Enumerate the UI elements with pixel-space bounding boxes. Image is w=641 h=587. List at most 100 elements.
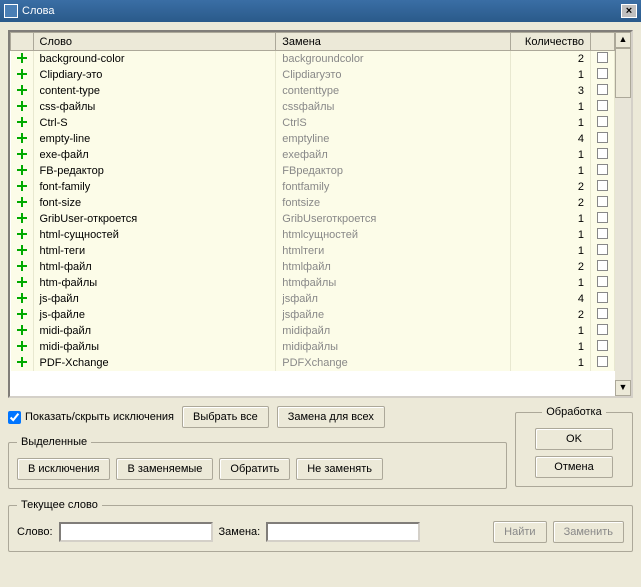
- col-count[interactable]: Количество: [511, 33, 591, 51]
- word-cell: css-файлы: [33, 99, 276, 115]
- table-row[interactable]: html-файлhtmlфайл2: [11, 259, 615, 275]
- word-cell: js-файл: [33, 291, 276, 307]
- row-checkbox[interactable]: [597, 180, 608, 191]
- col-icon[interactable]: [11, 33, 34, 51]
- plus-icon: [17, 293, 27, 303]
- row-checkbox[interactable]: [597, 356, 608, 367]
- row-checkbox[interactable]: [597, 212, 608, 223]
- scroll-up-button[interactable]: ▲: [615, 32, 631, 48]
- row-checkbox[interactable]: [597, 260, 608, 271]
- replacement-cell: fontfamily: [276, 179, 511, 195]
- replacement-cell: cssфайлы: [276, 99, 511, 115]
- word-cell: exe-файл: [33, 147, 276, 163]
- count-cell: 4: [511, 291, 591, 307]
- table-row[interactable]: font-familyfontfamily2: [11, 179, 615, 195]
- table-row[interactable]: content-typecontenttype3: [11, 83, 615, 99]
- select-all-button[interactable]: Выбрать все: [182, 406, 269, 428]
- row-checkbox[interactable]: [597, 340, 608, 351]
- replace-all-button[interactable]: Замена для всех: [277, 406, 385, 428]
- scroll-thumb[interactable]: [615, 48, 631, 98]
- word-cell: Ctrl-S: [33, 115, 276, 131]
- to-exclusions-button[interactable]: В исключения: [17, 458, 110, 480]
- table-row[interactable]: Clipdiary-этоClipdiaryэто1: [11, 67, 615, 83]
- replacement-cell: midiфайлы: [276, 339, 511, 355]
- row-checkbox[interactable]: [597, 244, 608, 255]
- word-cell: font-family: [33, 179, 276, 195]
- word-cell: FB-редактор: [33, 163, 276, 179]
- table-row[interactable]: midi-файлыmidiфайлы1: [11, 339, 615, 355]
- count-cell: 2: [511, 195, 591, 211]
- plus-icon: [17, 181, 27, 191]
- row-checkbox[interactable]: [597, 84, 608, 95]
- count-cell: 2: [511, 259, 591, 275]
- show-hide-exclusions-checkbox[interactable]: Показать/скрыть исключения: [8, 411, 174, 424]
- table-row[interactable]: css-файлыcssфайлы1: [11, 99, 615, 115]
- row-checkbox[interactable]: [597, 228, 608, 239]
- find-button[interactable]: Найти: [493, 521, 546, 543]
- row-checkbox[interactable]: [597, 196, 608, 207]
- plus-icon: [17, 69, 27, 79]
- plus-icon: [17, 245, 27, 255]
- table-row[interactable]: exe-файлexeфайл1: [11, 147, 615, 163]
- do-not-replace-button[interactable]: Не заменять: [296, 458, 383, 480]
- plus-icon: [17, 149, 27, 159]
- row-checkbox[interactable]: [597, 324, 608, 335]
- invert-button[interactable]: Обратить: [219, 458, 290, 480]
- table-row[interactable]: GribUser-откроетсяGribUserоткроется1: [11, 211, 615, 227]
- replacement-cell: htmфайлы: [276, 275, 511, 291]
- close-button[interactable]: ×: [621, 4, 637, 18]
- col-word[interactable]: Слово: [33, 33, 276, 51]
- count-cell: 4: [511, 131, 591, 147]
- table-row[interactable]: font-sizefontsize2: [11, 195, 615, 211]
- plus-icon: [17, 85, 27, 95]
- row-checkbox[interactable]: [597, 116, 608, 127]
- plus-icon: [17, 117, 27, 127]
- scroll-down-button[interactable]: ▼: [615, 380, 631, 396]
- replacement-cell: jsфайл: [276, 291, 511, 307]
- replacement-cell: jsфайле: [276, 307, 511, 323]
- vertical-scrollbar[interactable]: ▲ ▼: [615, 32, 631, 396]
- col-replacement[interactable]: Замена: [276, 33, 511, 51]
- row-checkbox[interactable]: [597, 52, 608, 63]
- word-cell: content-type: [33, 83, 276, 99]
- word-cell: GribUser-откроется: [33, 211, 276, 227]
- table-row[interactable]: background-colorbackgroundcolor2: [11, 51, 615, 68]
- replace-button[interactable]: Заменить: [553, 521, 624, 543]
- row-checkbox[interactable]: [597, 276, 608, 287]
- count-cell: 1: [511, 355, 591, 371]
- count-cell: 1: [511, 67, 591, 83]
- replacement-label: Замена:: [219, 526, 261, 538]
- table-row[interactable]: js-файлеjsфайле2: [11, 307, 615, 323]
- row-checkbox[interactable]: [597, 292, 608, 303]
- row-checkbox[interactable]: [597, 132, 608, 143]
- row-checkbox[interactable]: [597, 100, 608, 111]
- plus-icon: [17, 341, 27, 351]
- col-check[interactable]: [591, 33, 615, 51]
- cancel-button[interactable]: Отмена: [535, 456, 613, 478]
- row-checkbox[interactable]: [597, 68, 608, 79]
- count-cell: 1: [511, 147, 591, 163]
- ok-button[interactable]: OK: [535, 428, 613, 450]
- table-row[interactable]: js-файлjsфайл4: [11, 291, 615, 307]
- table-row[interactable]: empty-lineemptyline4: [11, 131, 615, 147]
- processing-legend: Обработка: [542, 406, 605, 418]
- table-row[interactable]: html-сущностейhtmlсущностей1: [11, 227, 615, 243]
- plus-icon: [17, 165, 27, 175]
- row-checkbox[interactable]: [597, 308, 608, 319]
- plus-icon: [17, 229, 27, 239]
- table-row[interactable]: html-тегиhtmlтеги1: [11, 243, 615, 259]
- plus-icon: [17, 133, 27, 143]
- replacement-cell: backgroundcolor: [276, 51, 511, 68]
- row-checkbox[interactable]: [597, 164, 608, 175]
- table-row[interactable]: htm-файлыhtmфайлы1: [11, 275, 615, 291]
- word-input[interactable]: [59, 522, 213, 542]
- word-cell: Clipdiary-это: [33, 67, 276, 83]
- table-row[interactable]: Ctrl-SCtrlS1: [11, 115, 615, 131]
- table-row[interactable]: midi-файлmidiфайл1: [11, 323, 615, 339]
- row-checkbox[interactable]: [597, 148, 608, 159]
- words-table: Слово Замена Количество background-color…: [8, 30, 633, 398]
- table-row[interactable]: FB-редакторFBредактор1: [11, 163, 615, 179]
- replacement-input[interactable]: [266, 522, 420, 542]
- table-row[interactable]: PDF-XchangePDFXchange1: [11, 355, 615, 371]
- to-replaceable-button[interactable]: В заменяемые: [116, 458, 213, 480]
